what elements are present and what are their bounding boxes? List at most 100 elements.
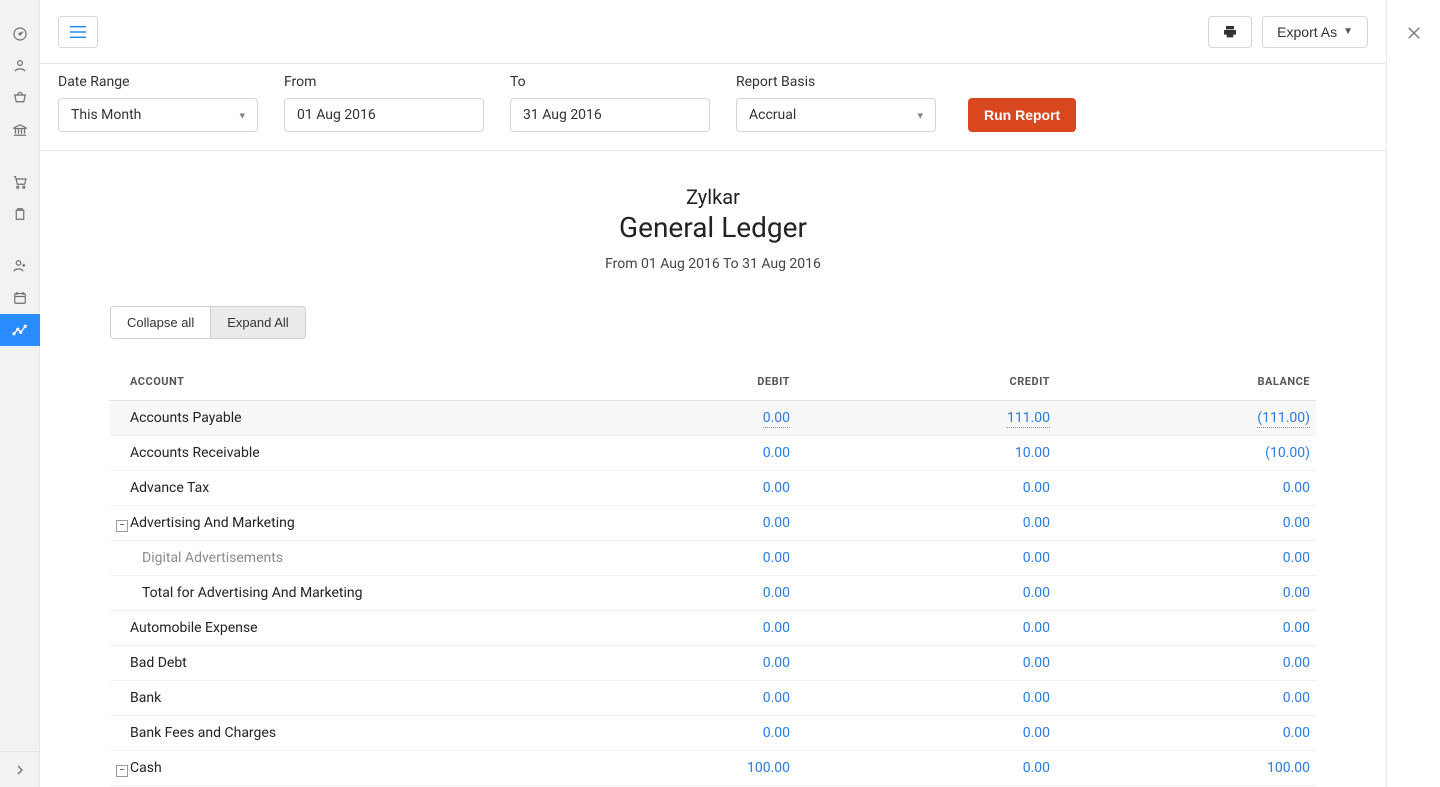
debit-value[interactable]: 0.00: [763, 550, 790, 566]
debit-value[interactable]: 0.00: [763, 410, 790, 428]
expand-all-button[interactable]: Expand All: [210, 307, 304, 338]
nav-banking-icon[interactable]: [0, 114, 40, 146]
balance-value[interactable]: 0.00: [1283, 515, 1310, 531]
report-title: General Ledger: [110, 211, 1316, 244]
report-date-range: From 01 Aug 2016 To 31 Aug 2016: [110, 256, 1316, 272]
expand-toggle-icon[interactable]: −: [116, 520, 128, 532]
table-row[interactable]: −Cash 100.00 0.00 100.00: [110, 751, 1316, 786]
to-date-value: 31 Aug 2016: [523, 107, 602, 123]
to-date-input[interactable]: 31 Aug 2016: [510, 98, 710, 132]
filter-bar: Date Range This Month ▾ From 01 Aug 2016…: [40, 64, 1386, 151]
col-account: ACCOUNT: [124, 363, 596, 401]
account-name: Cash: [124, 751, 596, 786]
balance-value[interactable]: 0.00: [1283, 620, 1310, 636]
date-range-select[interactable]: This Month ▾: [58, 98, 258, 132]
run-report-button[interactable]: Run Report: [968, 98, 1076, 132]
balance-value[interactable]: 0.00: [1283, 585, 1310, 601]
account-name: Total for Advertising And Marketing: [124, 576, 596, 611]
table-row[interactable]: Accounts Payable 0.00 111.00 (111.00): [110, 401, 1316, 436]
table-row[interactable]: Bad Debt 0.00 0.00 0.00: [110, 646, 1316, 681]
table-row[interactable]: Bank Fees and Charges0.000.000.00: [110, 716, 1316, 751]
nav-reports-icon[interactable]: [0, 314, 40, 346]
debit-value[interactable]: 0.00: [763, 585, 790, 601]
account-name: Bad Debt: [124, 646, 596, 681]
credit-value[interactable]: 0.00: [1023, 620, 1050, 636]
nav-sales-icon[interactable]: [0, 166, 40, 198]
debit-value[interactable]: 0.00: [763, 515, 790, 531]
export-as-button[interactable]: Export As ▼: [1262, 16, 1368, 48]
nav-dashboard-icon[interactable]: [0, 18, 40, 50]
account-name: Accounts Payable: [124, 401, 596, 436]
expand-collapse-toggle: Collapse all Expand All: [110, 306, 306, 339]
account-name: Bank: [124, 681, 596, 716]
table-row[interactable]: Advance Tax 0.00 0.00 0.00: [110, 471, 1316, 506]
nav-items-icon[interactable]: [0, 82, 40, 114]
report-basis-select[interactable]: Accrual ▾: [736, 98, 936, 132]
credit-value[interactable]: 111.00: [1007, 410, 1050, 428]
chevron-down-icon: ▾: [239, 109, 245, 122]
table-row[interactable]: Digital Advertisements 0.00 0.00 0.00: [110, 541, 1316, 576]
date-range-label: Date Range: [58, 74, 258, 90]
report-basis-label: Report Basis: [736, 74, 936, 90]
debit-value[interactable]: 0.00: [763, 445, 790, 461]
credit-value[interactable]: 10.00: [1015, 445, 1050, 461]
toggle-sidebar-button[interactable]: [58, 16, 98, 48]
balance-value[interactable]: 100.00: [1267, 760, 1310, 776]
balance-value[interactable]: 0.00: [1283, 725, 1310, 741]
table-row[interactable]: Automobile Expense0.000.000.00: [110, 611, 1316, 646]
balance-value[interactable]: (10.00): [1265, 445, 1310, 461]
left-nav-rail: [0, 0, 40, 787]
company-name: Zylkar: [110, 185, 1316, 209]
credit-value[interactable]: 0.00: [1023, 725, 1050, 741]
expand-toggle-icon[interactable]: −: [116, 765, 128, 777]
credit-value[interactable]: 0.00: [1023, 690, 1050, 706]
table-row[interactable]: Bank 0.00 0.00 0.00: [110, 681, 1316, 716]
ledger-table: ACCOUNT DEBIT CREDIT BALANCE Accounts Pa…: [110, 363, 1316, 787]
export-as-label: Export As: [1277, 24, 1337, 40]
nav-contacts-icon[interactable]: [0, 50, 40, 82]
account-name: Digital Advertisements: [124, 541, 596, 576]
credit-value[interactable]: 0.00: [1023, 480, 1050, 496]
to-label: To: [510, 74, 710, 90]
col-credit: CREDIT: [796, 363, 1056, 401]
col-debit: DEBIT: [596, 363, 796, 401]
report-basis-value: Accrual: [749, 107, 796, 123]
debit-value[interactable]: 0.00: [763, 725, 790, 741]
collapse-all-button[interactable]: Collapse all: [111, 307, 210, 338]
debit-value[interactable]: 0.00: [763, 690, 790, 706]
credit-value[interactable]: 0.00: [1023, 550, 1050, 566]
account-name: Advertising And Marketing: [124, 506, 596, 541]
balance-value[interactable]: 0.00: [1283, 690, 1310, 706]
close-button[interactable]: [1405, 24, 1423, 46]
close-panel-strip: [1386, 0, 1440, 787]
rail-expand-toggle[interactable]: [0, 751, 39, 787]
col-balance: BALANCE: [1056, 363, 1316, 401]
report-toolbar: Export As ▼: [40, 0, 1386, 64]
debit-value[interactable]: 0.00: [763, 480, 790, 496]
balance-value[interactable]: 0.00: [1283, 480, 1310, 496]
from-date-input[interactable]: 01 Aug 2016: [284, 98, 484, 132]
chevron-down-icon: ▾: [917, 109, 923, 122]
table-row[interactable]: Accounts Receivable 0.00 10.00 (10.00): [110, 436, 1316, 471]
credit-value[interactable]: 0.00: [1023, 585, 1050, 601]
from-label: From: [284, 74, 484, 90]
balance-value[interactable]: (111.00): [1257, 410, 1310, 428]
credit-value[interactable]: 0.00: [1023, 515, 1050, 531]
balance-value[interactable]: 0.00: [1283, 655, 1310, 671]
print-button[interactable]: [1208, 16, 1252, 48]
debit-value[interactable]: 0.00: [763, 620, 790, 636]
credit-value[interactable]: 0.00: [1023, 655, 1050, 671]
table-row[interactable]: −Advertising And Marketing 0.00 0.00 0.00: [110, 506, 1316, 541]
nav-timesheet-icon[interactable]: [0, 282, 40, 314]
debit-value[interactable]: 0.00: [763, 655, 790, 671]
nav-accountant-icon[interactable]: [0, 250, 40, 282]
credit-value[interactable]: 0.00: [1023, 760, 1050, 776]
debit-value[interactable]: 100.00: [747, 760, 790, 776]
account-name: Advance Tax: [124, 471, 596, 506]
account-name: Accounts Receivable: [124, 436, 596, 471]
chevron-down-icon: ▼: [1343, 26, 1353, 37]
balance-value[interactable]: 0.00: [1283, 550, 1310, 566]
from-date-value: 01 Aug 2016: [297, 107, 376, 123]
table-row[interactable]: Total for Advertising And Marketing 0.00 0…: [110, 576, 1316, 611]
nav-purchases-icon[interactable]: [0, 198, 40, 230]
